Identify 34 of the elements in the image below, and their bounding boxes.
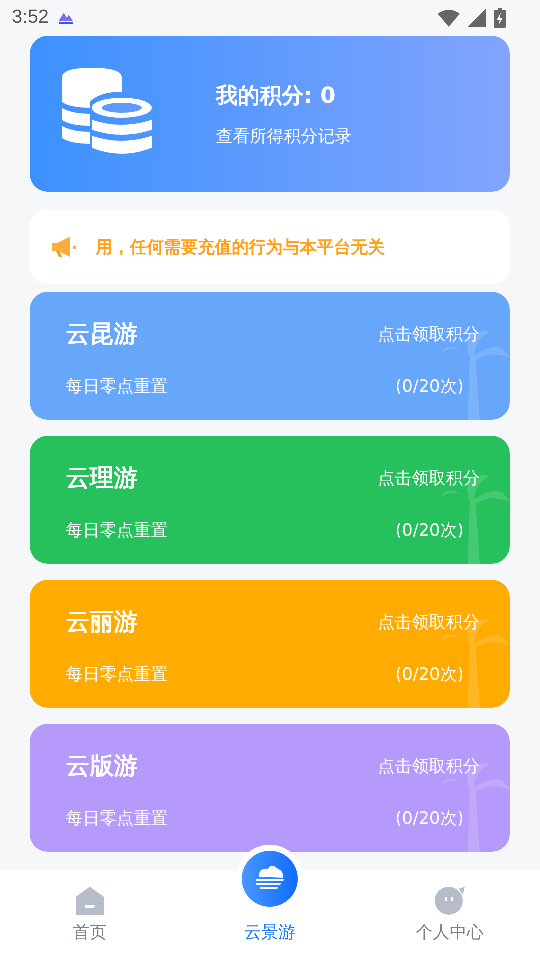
claim-points-link[interactable]: 点击领取积分	[378, 754, 480, 778]
claim-count: (0/20次)	[396, 376, 464, 398]
points-record-link[interactable]: 查看所得积分记录	[216, 124, 352, 148]
task-name: 云理游	[66, 463, 138, 494]
claim-count: (0/20次)	[396, 664, 464, 686]
task-card[interactable]: 云理游 点击领取积分 每日零点重置 (0/20次)	[30, 436, 510, 564]
wifi-icon	[438, 9, 460, 27]
nav-tab[interactable]: 首页	[0, 870, 180, 960]
signal-icon	[468, 9, 486, 27]
claim-points-link[interactable]: 点击领取积分	[378, 466, 480, 490]
reset-note: 每日零点重置	[66, 808, 168, 830]
nav-tab[interactable]: 个人中心	[360, 870, 540, 960]
task-name: 云丽游	[66, 607, 138, 638]
task-card[interactable]: 云昆游 点击领取积分 每日零点重置 (0/20次)	[30, 292, 510, 420]
app-logo-icon	[56, 11, 75, 25]
reset-note: 每日零点重置	[66, 664, 168, 686]
task-name: 云昆游	[66, 319, 138, 350]
reset-note: 每日零点重置	[66, 520, 168, 542]
points-card[interactable]: 我的积分: 0 查看所得积分记录	[30, 36, 510, 192]
megaphone-icon	[52, 236, 78, 258]
task-name: 云版游	[66, 751, 138, 782]
task-card[interactable]: 云丽游 点击领取积分 每日零点重置 (0/20次)	[30, 580, 510, 708]
points-title: 我的积分: 0	[216, 82, 337, 110]
task-card[interactable]: 云版游 点击领取积分 每日零点重置 (0/20次)	[30, 724, 510, 852]
home-icon	[76, 887, 104, 915]
battery-icon	[494, 8, 506, 28]
chat-face-icon	[435, 887, 465, 915]
reset-note: 每日零点重置	[66, 376, 168, 398]
claim-points-link[interactable]: 点击领取积分	[378, 322, 480, 346]
notice-text: 用，任何需要充值的行为与本平台无关	[96, 236, 385, 258]
claim-count: (0/20次)	[396, 520, 464, 542]
claim-points-link[interactable]: 点击领取积分	[378, 610, 480, 634]
claim-count: (0/20次)	[396, 808, 464, 830]
status-time: 3:52	[12, 7, 49, 29]
